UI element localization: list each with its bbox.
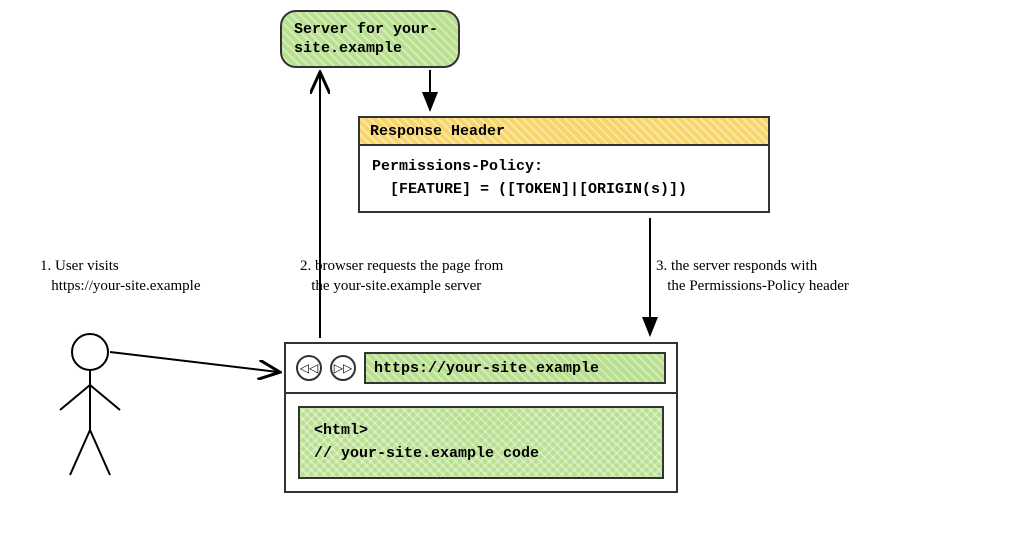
- caption-step-3-text: 3. the server responds with the Permissi…: [656, 258, 849, 294]
- response-box: Response Header Permissions-Policy: [FEA…: [358, 116, 770, 213]
- browser-window: ◁◁ ▷▷ https://your-site.example <html> /…: [284, 342, 678, 493]
- response-header: Response Header: [360, 118, 768, 146]
- browser-toolbar: ◁◁ ▷▷ https://your-site.example: [286, 344, 676, 394]
- page-code-text: <html> // your-site.example code: [314, 422, 539, 462]
- browser-viewport: <html> // your-site.example code: [286, 394, 676, 491]
- address-bar-text: https://your-site.example: [374, 360, 599, 377]
- back-button[interactable]: ◁◁: [296, 355, 322, 381]
- forward-button[interactable]: ▷▷: [330, 355, 356, 381]
- caption-step-1-text: 1. User visits https://your-site.example: [40, 258, 201, 294]
- response-header-label: Response Header: [370, 123, 505, 140]
- caption-step-2: 2. browser requests the page from the yo…: [300, 256, 600, 297]
- server-box: Server for your-site.example: [280, 10, 460, 68]
- back-icon: ◁◁: [300, 361, 318, 376]
- caption-step-2-text: 2. browser requests the page from the yo…: [300, 258, 503, 294]
- server-label: Server for your-site.example: [294, 20, 446, 59]
- arrow-user-to-browser: [110, 352, 278, 372]
- page-code-block: <html> // your-site.example code: [298, 406, 664, 479]
- response-body-text: Permissions-Policy: [FEATURE] = ([TOKEN]…: [372, 158, 687, 198]
- forward-icon: ▷▷: [334, 361, 352, 376]
- response-body: Permissions-Policy: [FEATURE] = ([TOKEN]…: [360, 146, 768, 211]
- caption-step-3: 3. the server responds with the Permissi…: [656, 256, 956, 297]
- caption-step-1: 1. User visits https://your-site.example: [40, 256, 260, 297]
- address-bar[interactable]: https://your-site.example: [364, 352, 666, 384]
- user-stick-figure: [60, 334, 120, 475]
